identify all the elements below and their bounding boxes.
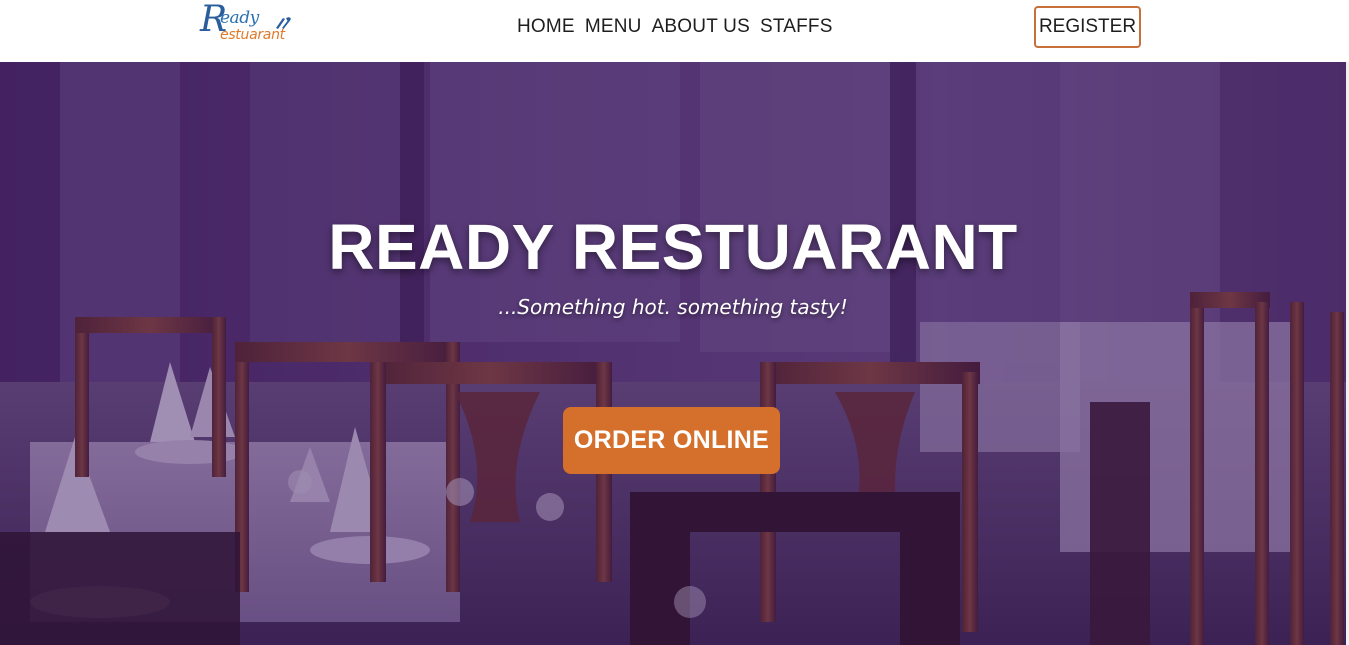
utensils-icon bbox=[276, 17, 291, 29]
hero-section: READY RESTUARANT ...Something hot. somet… bbox=[0, 62, 1346, 645]
order-online-button[interactable]: ORDER ONLINE bbox=[563, 407, 780, 474]
logo-text-ready: eady bbox=[220, 8, 259, 28]
nav-link-about-us[interactable]: ABOUT US bbox=[652, 16, 750, 42]
navbar: R eady estuarant HOME MENU ABOUT US STAF… bbox=[0, 0, 1349, 62]
nav-link-home[interactable]: HOME bbox=[517, 16, 575, 42]
logo[interactable]: R eady estuarant bbox=[200, 2, 300, 50]
page: R eady estuarant HOME MENU ABOUT US STAF… bbox=[0, 0, 1349, 645]
nav-links: HOME MENU ABOUT US STAFFS bbox=[517, 16, 833, 42]
nav-link-menu[interactable]: MENU bbox=[585, 16, 642, 42]
hero-tagline: ...Something hot. something tasty! bbox=[498, 295, 848, 319]
hero-overlay bbox=[0, 62, 1346, 645]
register-button[interactable]: REGISTER bbox=[1034, 6, 1141, 48]
hero-title: READY RESTUARANT bbox=[328, 211, 1018, 283]
nav-link-staffs[interactable]: STAFFS bbox=[760, 16, 833, 42]
